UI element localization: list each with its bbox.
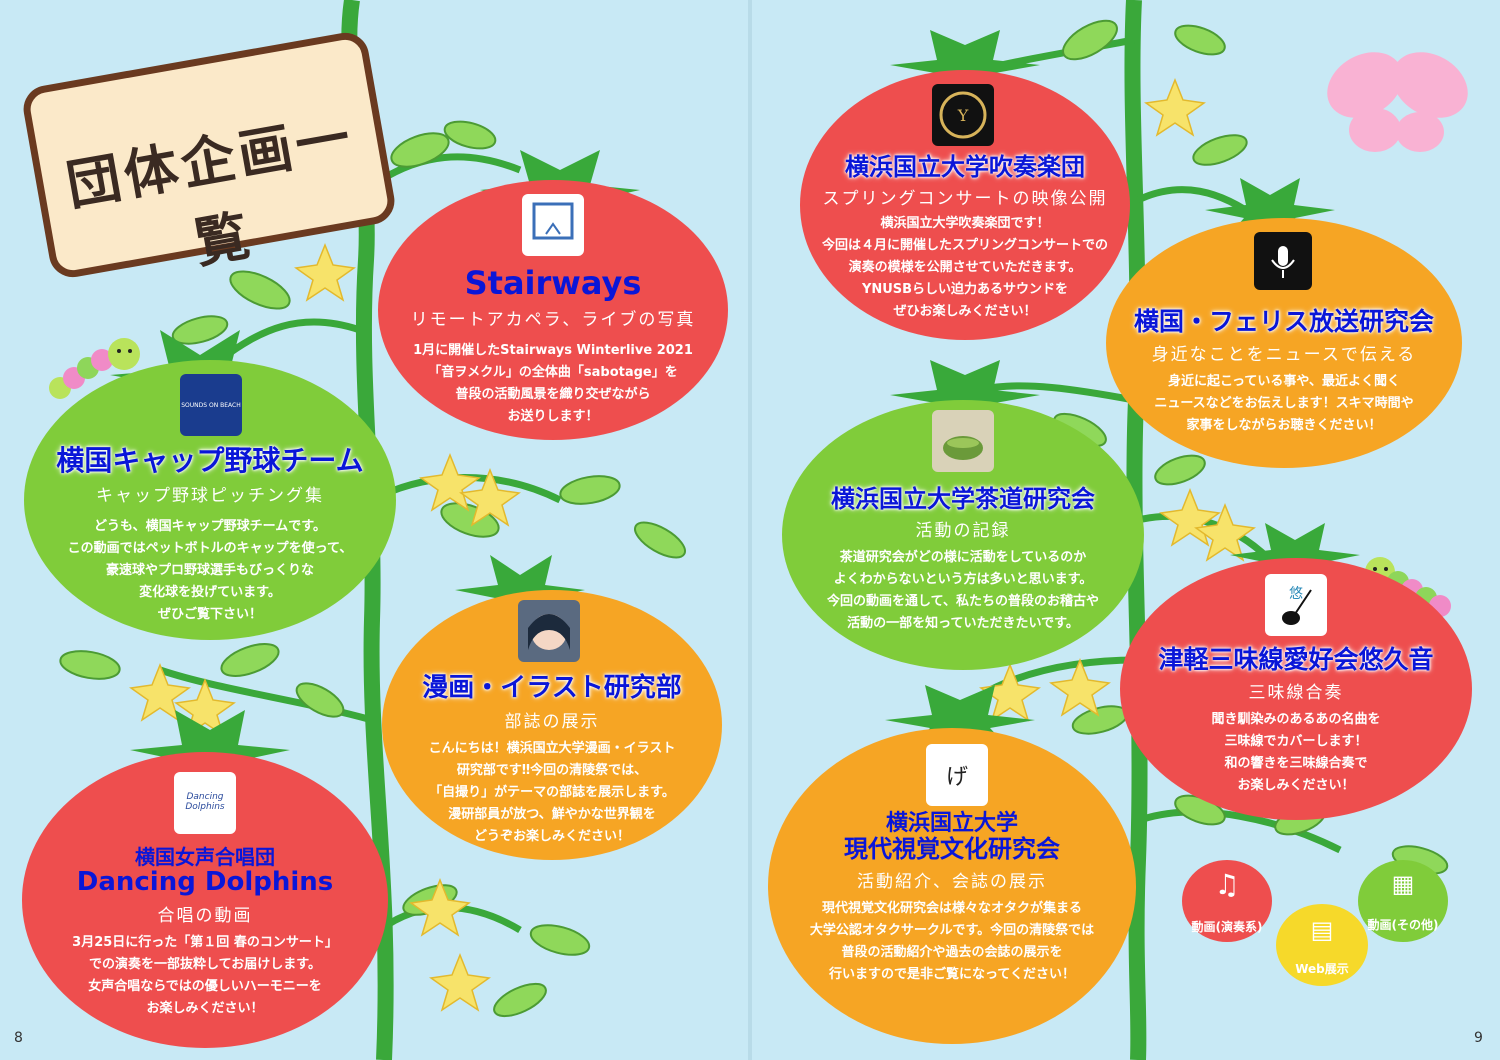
shamisen-description: 聞き馴染みのあるあの名曲を 三味線でカバーします！ 和の響きを三味線合奏で お楽… <box>1211 711 1381 793</box>
page-number-right: 9 <box>1474 1030 1483 1046</box>
wind-band-logo: Y <box>932 84 994 146</box>
tea-ceremony-description: 茶道研究会がどの様に活動をしているのか よくわからないという方は多いと思います。… <box>827 550 1099 632</box>
tea-ceremony-logo <box>932 410 994 472</box>
group-shamisen[interactable]: 悠 津軽三味線愛好会悠久音 三味線合奏 聞き馴染みのあるあの名曲を 三味線でカバ… <box>1120 558 1472 820</box>
svg-text:Y: Y <box>957 106 969 125</box>
shamisen-logo: 悠 <box>1265 574 1327 636</box>
shamisen-title: 津軽三味線愛好会悠久音 <box>1158 645 1434 674</box>
dolphins-title-ja: 横国女声合唱団 <box>135 845 275 869</box>
group-cap-baseball[interactable]: SOUNDS ON BEACH 横国キャップ野球チーム キャップ野球ピッチング集… <box>24 360 396 640</box>
group-wind-band[interactable]: Y 横浜国立大学吹奏楽団 スプリングコンサートの映像公開 横浜国立大学吹奏楽団で… <box>800 70 1130 340</box>
broadcast-subtitle: 身近なことをニュースで伝える <box>1151 344 1417 365</box>
stairways-title: Stairways <box>464 264 642 302</box>
tea-ceremony-title: 横浜国立大学茶道研究会 <box>831 485 1095 513</box>
manga-description: こんにちは！横浜国立大学漫画・イラスト 研究部です‼今回の清陵祭では、 「自撮り… <box>428 740 676 844</box>
music-note-icon: ♫ <box>1214 868 1240 901</box>
group-tea-ceremony[interactable]: 横浜国立大学茶道研究会 活動の記録 茶道研究会がどの様に活動をしているのか よく… <box>782 400 1144 670</box>
visual-culture-description: 現代視覚文化研究会は様々なオタクが集まる 大学公認オタクサークルです。今回の清陵… <box>809 900 1095 982</box>
wind-band-description: 横浜国立大学吹奏楽団です！ 今回は４月に開催したスプリングコンサートでの 演奏の… <box>821 216 1108 320</box>
legend-music-video: ♫ 動画(演奏系) <box>1182 860 1272 942</box>
stairways-logo <box>522 194 584 256</box>
clapperboard-icon: ▦ <box>1391 870 1415 898</box>
butterfly-icon <box>1327 52 1468 152</box>
wind-band-subtitle: スプリングコンサートの映像公開 <box>822 189 1108 210</box>
cap-baseball-subtitle: キャップ野球ピッチング集 <box>96 485 324 506</box>
svg-text:げ: げ <box>946 765 968 790</box>
group-dancing-dolphins[interactable]: Dancing Dolphins 横国女声合唱団 Dancing Dolphin… <box>22 752 388 1048</box>
group-broadcast[interactable]: 横国・フェリス放送研究会 身近なことをニュースで伝える 身近に起こっている事や、… <box>1106 218 1462 468</box>
visual-culture-subtitle: 活動紹介、会誌の展示 <box>857 871 1047 892</box>
dolphins-logo: Dancing Dolphins <box>174 772 236 834</box>
cap-baseball-title: 横国キャップ野球チーム <box>56 444 364 477</box>
document-icon: ▤ <box>1310 916 1334 944</box>
visual-culture-title-2: 現代視覚文化研究会 <box>844 835 1060 864</box>
visual-culture-title-1: 横浜国立大学 <box>885 811 1018 836</box>
page-number-left: 8 <box>14 1030 23 1046</box>
group-visual-culture[interactable]: げ 横浜国立大学 現代視覚文化研究会 活動紹介、会誌の展示 現代視覚文化研究会は… <box>768 728 1136 1044</box>
shamisen-subtitle: 三味線合奏 <box>1248 682 1344 703</box>
svg-text:悠: 悠 <box>1289 586 1303 602</box>
cap-baseball-logo: SOUNDS ON BEACH <box>180 374 242 436</box>
dolphins-subtitle: 合唱の動画 <box>157 905 253 926</box>
legend-web-exhibit: ▤ Web展示 <box>1276 904 1368 986</box>
manga-subtitle: 部誌の展示 <box>504 711 600 732</box>
broadcast-logo <box>1254 232 1312 290</box>
stairways-description: 1月に開催したStairways Winterlive 2021 「音ヲメクル」… <box>413 343 693 425</box>
manga-logo <box>518 600 580 662</box>
legend-other-video: ▦ 動画(その他) <box>1358 860 1448 942</box>
wind-band-title: 横浜国立大学吹奏楽団 <box>845 153 1085 181</box>
group-stairways[interactable]: Stairways リモートアカペラ、ライブの写真 1月に開催したStairwa… <box>378 180 728 440</box>
group-manga[interactable]: 漫画・イラスト研究部 部誌の展示 こんにちは！横浜国立大学漫画・イラスト 研究部… <box>382 590 722 860</box>
cap-baseball-description: どうも、横国キャップ野球チームです。 この動画ではペットボトルのキャップを使って… <box>67 518 353 622</box>
dolphins-description: 3月25日に行った「第１回 春のコンサート」 での演奏を一部抜粋してお届けします… <box>72 934 338 1016</box>
stairways-subtitle: リモートアカペラ、ライブの写真 <box>410 310 696 331</box>
visual-culture-logo: げ <box>926 744 988 806</box>
tea-ceremony-subtitle: 活動の記録 <box>915 521 1011 542</box>
manga-title: 漫画・イラスト研究部 <box>422 673 682 703</box>
broadcast-description: 身近に起こっている事や、最近よく聞く ニュースなどをお伝えします！スキマ時間や … <box>1154 373 1414 433</box>
broadcast-title: 横国・フェリス放送研究会 <box>1133 307 1434 336</box>
dolphins-title-en: Dancing Dolphins <box>76 867 334 897</box>
